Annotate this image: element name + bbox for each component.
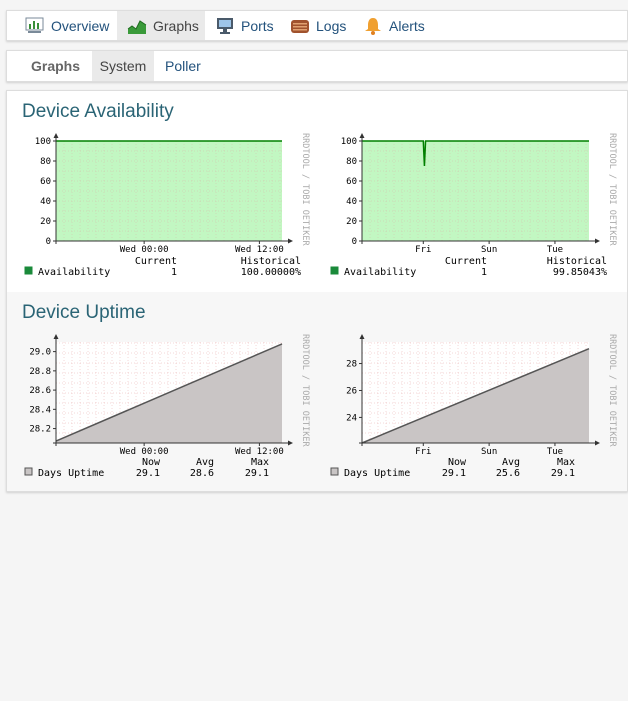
rrdtool-watermark: RRDTOOL / TOBI OETIKER <box>300 334 310 447</box>
y-tick-label: 24 <box>346 413 357 423</box>
tab-alerts-label: Alerts <box>389 17 425 34</box>
rrdtool-watermark: RRDTOOL / TOBI OETIKER <box>300 133 310 246</box>
y-tick-label: 26 <box>346 386 357 396</box>
y-axis-arrow <box>359 133 365 138</box>
legend-header: Historical <box>547 256 607 267</box>
legend-value: 29.1 <box>245 468 269 479</box>
y-axis-arrow <box>359 334 365 339</box>
x-tick-label: Sun <box>481 245 497 255</box>
y-tick-label: 28.4 <box>29 405 51 415</box>
legend-value: 100.00000% <box>241 267 301 278</box>
legend-value: 25.6 <box>496 468 520 479</box>
y-tick-label: 40 <box>40 197 51 207</box>
legend-header: Max <box>557 457 575 468</box>
x-tick-label: Sun <box>481 447 497 457</box>
legend-swatch <box>24 266 33 275</box>
overview-chart-icon <box>25 17 45 35</box>
legend-value: 28.6 <box>190 468 214 479</box>
subnav-heading: Graphs <box>31 58 81 74</box>
tab-graphs[interactable]: Graphs <box>117 11 205 40</box>
legend-header: Current <box>135 256 177 267</box>
x-axis-arrow <box>288 440 293 446</box>
y-tick-label: 60 <box>40 177 51 187</box>
y-tick-label: 29.0 <box>29 348 51 358</box>
legend-header: Historical <box>241 256 301 267</box>
y-tick-label: 28.8 <box>29 367 51 377</box>
y-tick-label: 20 <box>40 217 51 227</box>
x-tick-label: Wed 00:00 <box>120 245 169 255</box>
legend-value: 29.1 <box>442 468 466 479</box>
alerts-bell-icon <box>363 17 383 35</box>
legend-swatch <box>24 467 33 476</box>
x-tick-label: Fri <box>415 447 431 457</box>
legend-header: Current <box>445 256 487 267</box>
y-tick-label: 80 <box>346 157 357 167</box>
y-tick-label: 20 <box>346 217 357 227</box>
x-tick-label: Wed 00:00 <box>120 447 169 457</box>
y-tick-label: 60 <box>346 177 357 187</box>
legend-value: 1 <box>171 267 177 278</box>
legend-value: 29.1 <box>136 468 160 479</box>
subnav-item-poller[interactable]: Poller <box>165 51 201 81</box>
y-axis-arrow <box>53 133 59 138</box>
x-tick-label: Wed 12:00 <box>235 245 284 255</box>
legend-series-name: Days Uptime <box>38 468 104 479</box>
legend-header: Max <box>251 457 269 468</box>
tab-overview[interactable]: Overview <box>25 11 109 40</box>
tab-graphs-label: Graphs <box>153 17 199 34</box>
graphs-subnav: Graphs System Poller <box>6 50 628 82</box>
legend-series-name: Availability <box>38 267 110 278</box>
logs-icon <box>290 17 310 35</box>
tab-logs[interactable]: Logs <box>290 11 346 40</box>
legend-header: Avg <box>196 457 214 468</box>
tab-ports[interactable]: Ports <box>215 11 274 40</box>
legend-swatch <box>330 467 339 476</box>
tab-alerts[interactable]: Alerts <box>363 11 425 40</box>
x-tick-label: Fri <box>415 245 431 255</box>
y-tick-label: 28.2 <box>29 425 51 435</box>
y-tick-label: 28 <box>346 360 357 370</box>
graphs-icon <box>127 17 147 35</box>
x-axis-arrow <box>595 238 600 244</box>
legend-value: 1 <box>481 267 487 278</box>
tab-overview-label: Overview <box>51 17 110 34</box>
y-tick-label: 0 <box>352 237 357 247</box>
legend-header: Now <box>448 457 467 468</box>
y-tick-label: 0 <box>46 237 51 247</box>
graphs-panel: Device Availability Device Uptime 0 20 40 6… <box>6 90 628 492</box>
series-area <box>56 141 282 241</box>
x-axis-arrow <box>595 440 600 446</box>
x-tick-label: Tue <box>547 245 563 255</box>
tab-logs-label: Logs <box>316 17 347 34</box>
x-tick-label: Tue <box>547 447 563 457</box>
legend-header: Now <box>142 457 161 468</box>
y-tick-label: 28.6 <box>29 386 51 396</box>
tab-ports-label: Ports <box>241 17 274 34</box>
y-tick-label: 40 <box>346 197 357 207</box>
x-axis-arrow <box>288 238 293 244</box>
x-tick-label: Wed 12:00 <box>235 447 284 457</box>
subnav-item-system[interactable]: System <box>92 51 154 81</box>
legend-value: 99.85043% <box>553 267 607 278</box>
legend-series-name: Availability <box>344 267 416 278</box>
y-tick-label: 100 <box>35 137 51 147</box>
legend-header: Avg <box>502 457 520 468</box>
legend-value: 29.1 <box>551 468 575 479</box>
ports-monitor-icon <box>215 17 235 35</box>
legend-swatch <box>330 266 339 275</box>
rrdtool-watermark: RRDTOOL / TOBI OETIKER <box>607 133 617 246</box>
y-tick-label: 80 <box>40 157 51 167</box>
graphs-canvas: 0 20 40 60 80 100 Wed 00:00 Wed 12:00 RRDTOOL / … <box>24 133 617 479</box>
rrdtool-watermark: RRDTOOL / TOBI OETIKER <box>607 334 617 447</box>
legend-series-name: Days Uptime <box>344 468 410 479</box>
y-tick-label: 100 <box>341 137 357 147</box>
series-area <box>362 141 589 241</box>
top-navbar: Overview Graphs Ports Logs Alerts <box>6 10 628 41</box>
y-axis-arrow <box>53 334 59 339</box>
